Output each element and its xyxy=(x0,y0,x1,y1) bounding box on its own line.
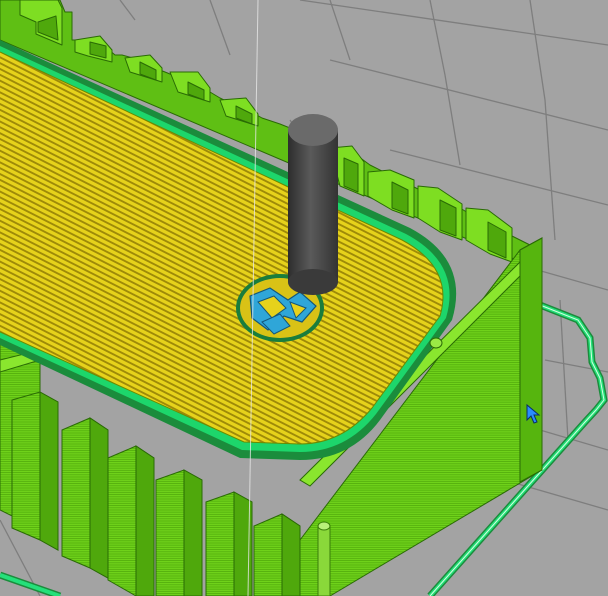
seam-marker xyxy=(429,337,443,349)
nozzle xyxy=(288,114,338,295)
3d-viewport[interactable] xyxy=(0,0,608,596)
pillar-stub xyxy=(317,521,331,596)
preview-scene xyxy=(0,0,608,596)
